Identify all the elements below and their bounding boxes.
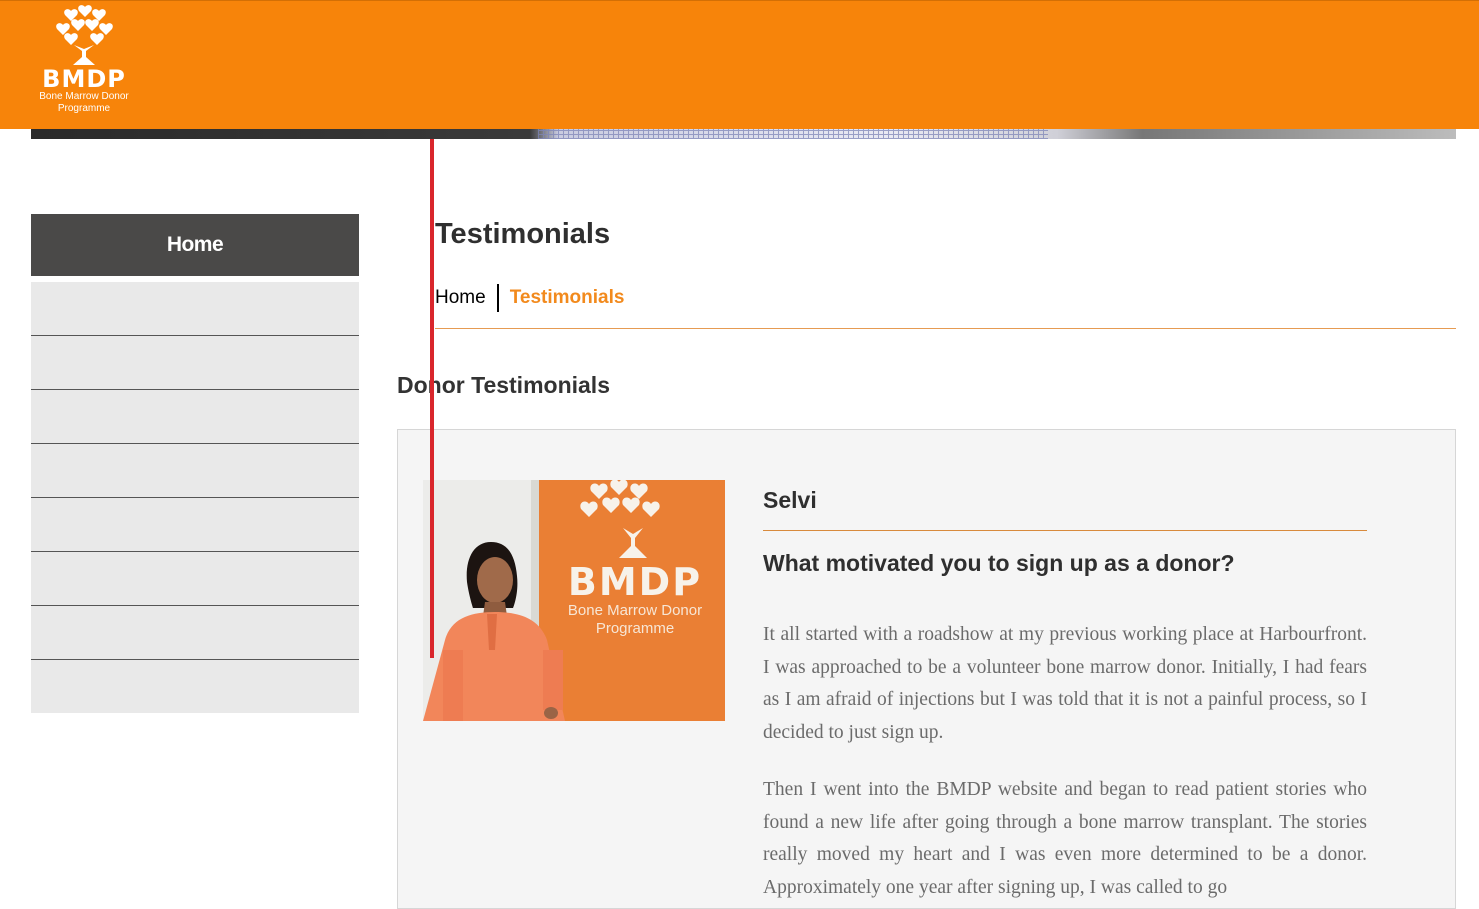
card-divider bbox=[763, 530, 1367, 531]
logo-brand-text: BMDP bbox=[42, 65, 126, 93]
banner-pattern bbox=[538, 129, 1048, 139]
sidebar-item[interactable] bbox=[31, 606, 359, 660]
site-header: BMDP Bone Marrow Donor Programme bbox=[0, 0, 1479, 129]
photo-sign-line1: Bone Marrow Donor bbox=[568, 602, 702, 619]
sidebar-nav: Home bbox=[31, 214, 359, 713]
testimonial-question: What motivated you to sign up as a donor… bbox=[763, 550, 1235, 576]
section-title: Donor Testimonials bbox=[397, 372, 610, 398]
sidebar-item[interactable] bbox=[31, 498, 359, 552]
sidebar-item[interactable] bbox=[31, 282, 359, 336]
breadcrumb-home-link[interactable]: Home bbox=[435, 287, 486, 309]
testimonial-paragraph: Then I went into the BMDP website and be… bbox=[763, 779, 1367, 898]
breadcrumb-current: Testimonials bbox=[509, 287, 625, 308]
logo-subtitle-line2: Programme bbox=[57, 103, 111, 114]
sidebar-item[interactable] bbox=[31, 444, 359, 498]
page-title: Testimonials bbox=[435, 218, 611, 250]
heart-tree-icon bbox=[56, 5, 113, 65]
testimonial-photo: BMDP Bone Marrow Donor Programme bbox=[423, 480, 725, 721]
hero-banner-strip bbox=[31, 129, 1456, 139]
title-divider bbox=[435, 328, 1456, 329]
sidebar-item[interactable] bbox=[31, 390, 359, 444]
testimonial-name: Selvi bbox=[763, 487, 817, 513]
photo-sign-brand: BMDP bbox=[568, 560, 702, 604]
sidebar-items bbox=[31, 282, 359, 713]
photo-sign-line2: Programme bbox=[596, 620, 674, 637]
sidebar-item[interactable] bbox=[31, 336, 359, 390]
testimonial-paragraph: It all started with a roadshow at my pre… bbox=[763, 624, 1367, 743]
sidebar-item-home[interactable]: Home bbox=[31, 214, 359, 276]
sidebar-item[interactable] bbox=[31, 552, 359, 606]
breadcrumb: Home Testimonials bbox=[435, 284, 624, 312]
bmdp-logo[interactable]: BMDP Bone Marrow Donor Programme bbox=[30, 5, 138, 123]
red-indicator-line bbox=[430, 139, 434, 658]
sidebar-item[interactable] bbox=[31, 660, 359, 713]
logo-subtitle-line1: Bone Marrow Donor bbox=[39, 91, 129, 102]
breadcrumb-separator bbox=[496, 284, 499, 312]
